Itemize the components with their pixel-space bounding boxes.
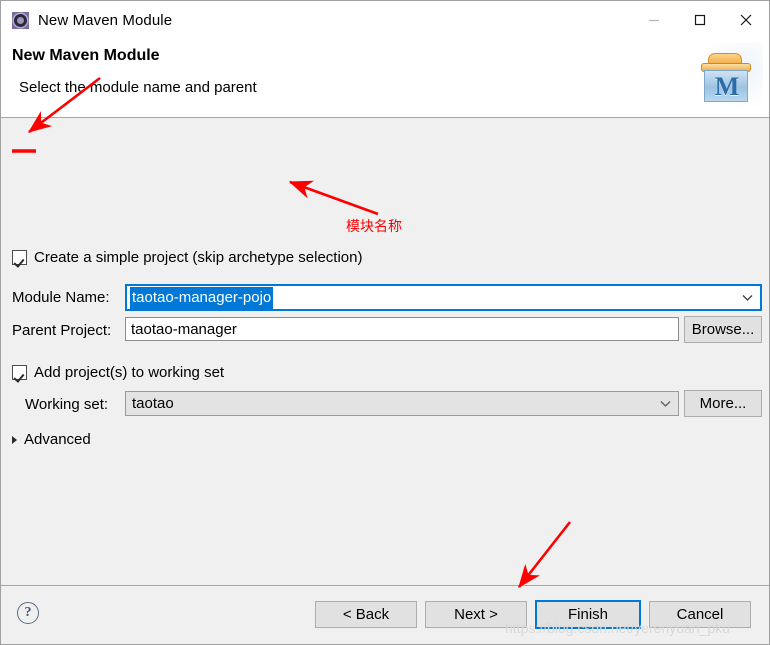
watermark: https://blog.csdn.net/yerenyuan_pku — [505, 620, 730, 636]
advanced-label: Advanced — [24, 431, 91, 448]
banner-letter: M — [714, 72, 740, 101]
advanced-expander[interactable]: Advanced — [12, 431, 91, 448]
simple-project-checkbox[interactable] — [12, 250, 27, 265]
module-name-label: Module Name: — [12, 289, 110, 306]
close-icon[interactable] — [723, 1, 769, 39]
add-to-working-set-label: Add project(s) to working set — [34, 364, 225, 381]
maven-module-gear-icon — [12, 11, 29, 29]
window-title: New Maven Module — [38, 11, 173, 29]
add-to-working-set-checkbox[interactable] — [12, 365, 27, 380]
simple-project-label: Create a simple project (skip archetype … — [34, 249, 363, 266]
working-set-value: taotao — [132, 395, 174, 412]
chevron-down-icon[interactable] — [734, 294, 760, 302]
browse-button[interactable]: Browse... — [684, 316, 762, 343]
working-set-select[interactable]: taotao — [125, 391, 679, 416]
new-maven-module-dialog: New Maven Module New Maven Module Select… — [0, 0, 770, 645]
module-name-annotation-text: 模块名称 — [346, 219, 402, 235]
more-button[interactable]: More... — [684, 390, 762, 417]
maven-module-banner-icon: M — [697, 43, 763, 107]
wizard-header: New Maven Module Select the module name … — [1, 39, 769, 117]
parent-project-value: taotao-manager — [131, 320, 237, 338]
wizard-body: Create a simple project (skip archetype … — [1, 118, 769, 585]
simple-project-checkbox-row[interactable]: Create a simple project (skip archetype … — [12, 249, 362, 266]
parent-project-label: Parent Project: — [12, 322, 112, 339]
window-controls — [631, 1, 769, 39]
module-name-value: taotao-manager-pojo — [130, 286, 274, 309]
add-to-working-set-row[interactable]: Add project(s) to working set — [12, 364, 224, 381]
working-set-label: Working set: — [25, 396, 109, 413]
back-button[interactable]: < Back — [315, 601, 417, 628]
chevron-down-icon[interactable] — [652, 400, 678, 408]
help-question-icon[interactable]: ? — [17, 602, 39, 624]
page-description: Select the module name and parent — [19, 79, 257, 96]
module-name-input[interactable]: taotao-manager-pojo — [125, 284, 762, 311]
page-title: New Maven Module — [12, 47, 160, 64]
minimize-icon[interactable] — [631, 1, 677, 39]
maximize-icon[interactable] — [677, 1, 723, 39]
triangle-right-icon — [12, 435, 17, 444]
title-bar: New Maven Module — [1, 1, 769, 39]
parent-project-input[interactable]: taotao-manager — [125, 317, 679, 341]
